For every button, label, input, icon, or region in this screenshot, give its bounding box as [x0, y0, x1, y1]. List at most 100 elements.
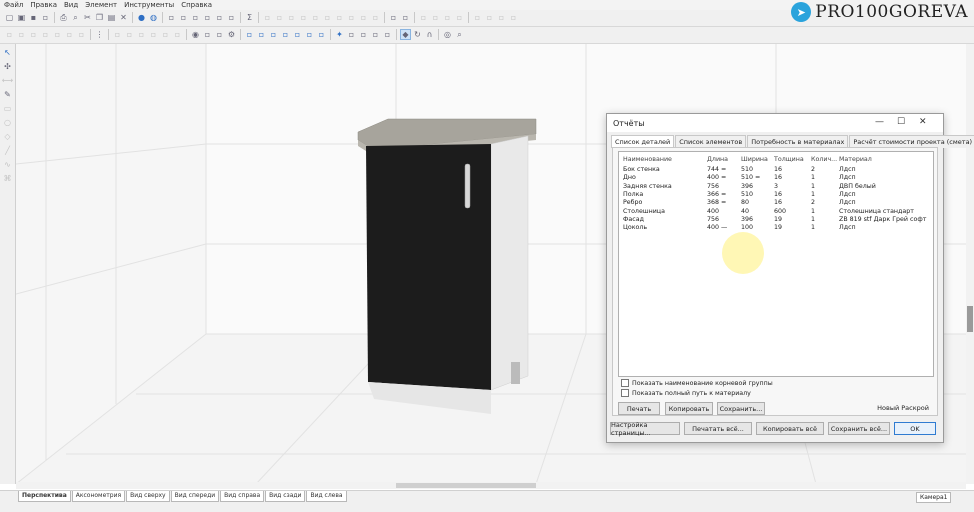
snap2-icon[interactable]: ▫ [124, 29, 135, 40]
show-root-group-checkbox[interactable]: Показать наименование корневой группы [621, 379, 773, 387]
refresh-icon[interactable]: ↻ [412, 29, 423, 40]
tab-axonometry[interactable]: Аксонометрия [71, 491, 126, 502]
arrow-left-icon[interactable]: ▫ [442, 12, 453, 23]
grid-view-icon[interactable]: ▫ [370, 29, 381, 40]
menu-tools[interactable]: Инструменты [124, 1, 174, 9]
tab-camera[interactable]: Камера1 [916, 492, 952, 503]
align7-icon[interactable]: ▫ [334, 12, 345, 23]
target-icon[interactable]: ◎ [442, 29, 453, 40]
tab-right-view[interactable]: Вид справа [220, 491, 265, 502]
light2-icon[interactable]: ▫ [346, 29, 357, 40]
close-icon[interactable]: ✕ [919, 117, 927, 127]
align6-icon[interactable]: ▫ [322, 12, 333, 23]
list-icon[interactable]: ▫ [178, 12, 189, 23]
list4-icon[interactable]: ▫ [214, 12, 225, 23]
view-cube3-icon[interactable]: ▫ [268, 29, 279, 40]
move4-icon[interactable]: ▫ [40, 29, 51, 40]
link-icon[interactable]: ▫ [472, 12, 483, 23]
move3-icon[interactable]: ▫ [28, 29, 39, 40]
align9-icon[interactable]: ▫ [358, 12, 369, 23]
column-width[interactable]: Ширина [741, 156, 768, 163]
arrow-down-icon[interactable]: ▫ [430, 12, 441, 23]
parts-list[interactable]: Наименование Длина Ширина Толщина Колич.… [618, 151, 934, 377]
horizontal-scroll-thumb[interactable] [396, 483, 536, 488]
align5-icon[interactable]: ▫ [310, 12, 321, 23]
sum-icon[interactable]: Σ [244, 12, 255, 23]
tab-front-view[interactable]: Вид спереди [170, 491, 220, 502]
align8-icon[interactable]: ▫ [346, 12, 357, 23]
align10-icon[interactable]: ▫ [370, 12, 381, 23]
save-all-button[interactable]: Сохранить всё... [828, 422, 890, 435]
copy-button[interactable]: Копировать [665, 402, 713, 415]
grid2-icon[interactable]: ▫ [400, 12, 411, 23]
copy-all-button[interactable]: Копировать всё [756, 422, 824, 435]
print-preview-icon[interactable]: ⌕ [70, 12, 81, 23]
show-full-path-checkbox[interactable]: Показать полный путь к материалу [621, 389, 751, 397]
column-quantity[interactable]: Колич... [811, 156, 837, 163]
list3-icon[interactable]: ▫ [202, 12, 213, 23]
print-button[interactable]: Печать [618, 402, 660, 415]
move-icon[interactable]: ▫ [4, 29, 15, 40]
vertical-scroll-thumb[interactable] [967, 306, 973, 332]
select-arrow-icon[interactable]: ↖ [2, 47, 13, 58]
rotate-icon[interactable]: ▫ [496, 12, 507, 23]
rectangle-icon[interactable]: ▭ [2, 103, 13, 114]
grid-icon[interactable]: ▫ [388, 12, 399, 23]
tab-back-view[interactable]: Вид сзади [265, 491, 306, 502]
unlink-icon[interactable]: ▫ [484, 12, 495, 23]
snap3-icon[interactable]: ▫ [136, 29, 147, 40]
delete-icon[interactable]: ✕ [118, 12, 129, 23]
menu-edit[interactable]: Правка [30, 1, 57, 9]
eyedropper-icon[interactable]: ✎ [2, 89, 13, 100]
tab-top-view[interactable]: Вид сверху [126, 491, 170, 502]
save-as-icon[interactable]: ▫ [40, 12, 51, 23]
minimize-icon[interactable]: — [875, 117, 884, 127]
gear-icon[interactable]: ⚙ [226, 29, 237, 40]
eye-icon[interactable]: ◉ [190, 29, 201, 40]
column-material[interactable]: Материал [839, 156, 872, 163]
eye2-icon[interactable]: ▫ [202, 29, 213, 40]
circle-icon[interactable]: ○ [2, 117, 13, 128]
save-icon[interactable]: ▪ [28, 12, 39, 23]
list2-icon[interactable]: ▫ [190, 12, 201, 23]
diamond-icon[interactable]: ◆ [400, 29, 411, 40]
pin-icon[interactable]: ▫ [358, 29, 369, 40]
view-cube7-icon[interactable]: ▫ [316, 29, 327, 40]
view-cube-icon[interactable]: ▫ [244, 29, 255, 40]
vertical-scrollbar[interactable] [966, 44, 974, 484]
view-cube6-icon[interactable]: ▫ [304, 29, 315, 40]
copy-icon[interactable]: ❐ [94, 12, 105, 23]
grid-dots-icon[interactable]: ⋮ [94, 29, 105, 40]
tab-perspective[interactable]: Перспектива [18, 491, 71, 502]
view-cube4-icon[interactable]: ▫ [280, 29, 291, 40]
page-setup-button[interactable]: Настройка страницы... [610, 421, 680, 437]
snap5-icon[interactable]: ▫ [160, 29, 171, 40]
magnet-icon[interactable]: ∩ [424, 29, 435, 40]
column-length[interactable]: Длина [707, 156, 728, 163]
print-icon[interactable]: ⎙ [58, 12, 69, 23]
snap4-icon[interactable]: ▫ [148, 29, 159, 40]
move2-icon[interactable]: ▫ [16, 29, 27, 40]
print-all-button[interactable]: Печатать всё... [684, 422, 752, 435]
rotate2-icon[interactable]: ▫ [508, 12, 519, 23]
tab-left-view[interactable]: Вид слева [306, 491, 347, 502]
curve-icon[interactable]: ∿ [2, 159, 13, 170]
move7-icon[interactable]: ▫ [76, 29, 87, 40]
arrow-up-icon[interactable]: ▫ [418, 12, 429, 23]
report-icon[interactable]: ▫ [226, 12, 237, 23]
align4-icon[interactable]: ▫ [298, 12, 309, 23]
menu-element[interactable]: Элемент [85, 1, 117, 9]
column-thickness[interactable]: Толщина [774, 156, 804, 163]
move6-icon[interactable]: ▫ [64, 29, 75, 40]
sphere-icon[interactable]: ● [136, 12, 147, 23]
maximize-icon[interactable]: ☐ [897, 117, 905, 127]
move5-icon[interactable]: ▫ [52, 29, 63, 40]
ok-button[interactable]: OK [894, 422, 936, 435]
light-icon[interactable]: ✦ [334, 29, 345, 40]
arrow-right-icon[interactable]: ▫ [454, 12, 465, 23]
dialog-titlebar[interactable]: Отчёты — ☐ ✕ [607, 114, 943, 132]
paste-icon[interactable]: ▤ [106, 12, 117, 23]
text-tool-icon[interactable]: ⌘ [2, 173, 13, 184]
horizontal-scrollbar[interactable] [16, 482, 966, 489]
align3-icon[interactable]: ▫ [286, 12, 297, 23]
